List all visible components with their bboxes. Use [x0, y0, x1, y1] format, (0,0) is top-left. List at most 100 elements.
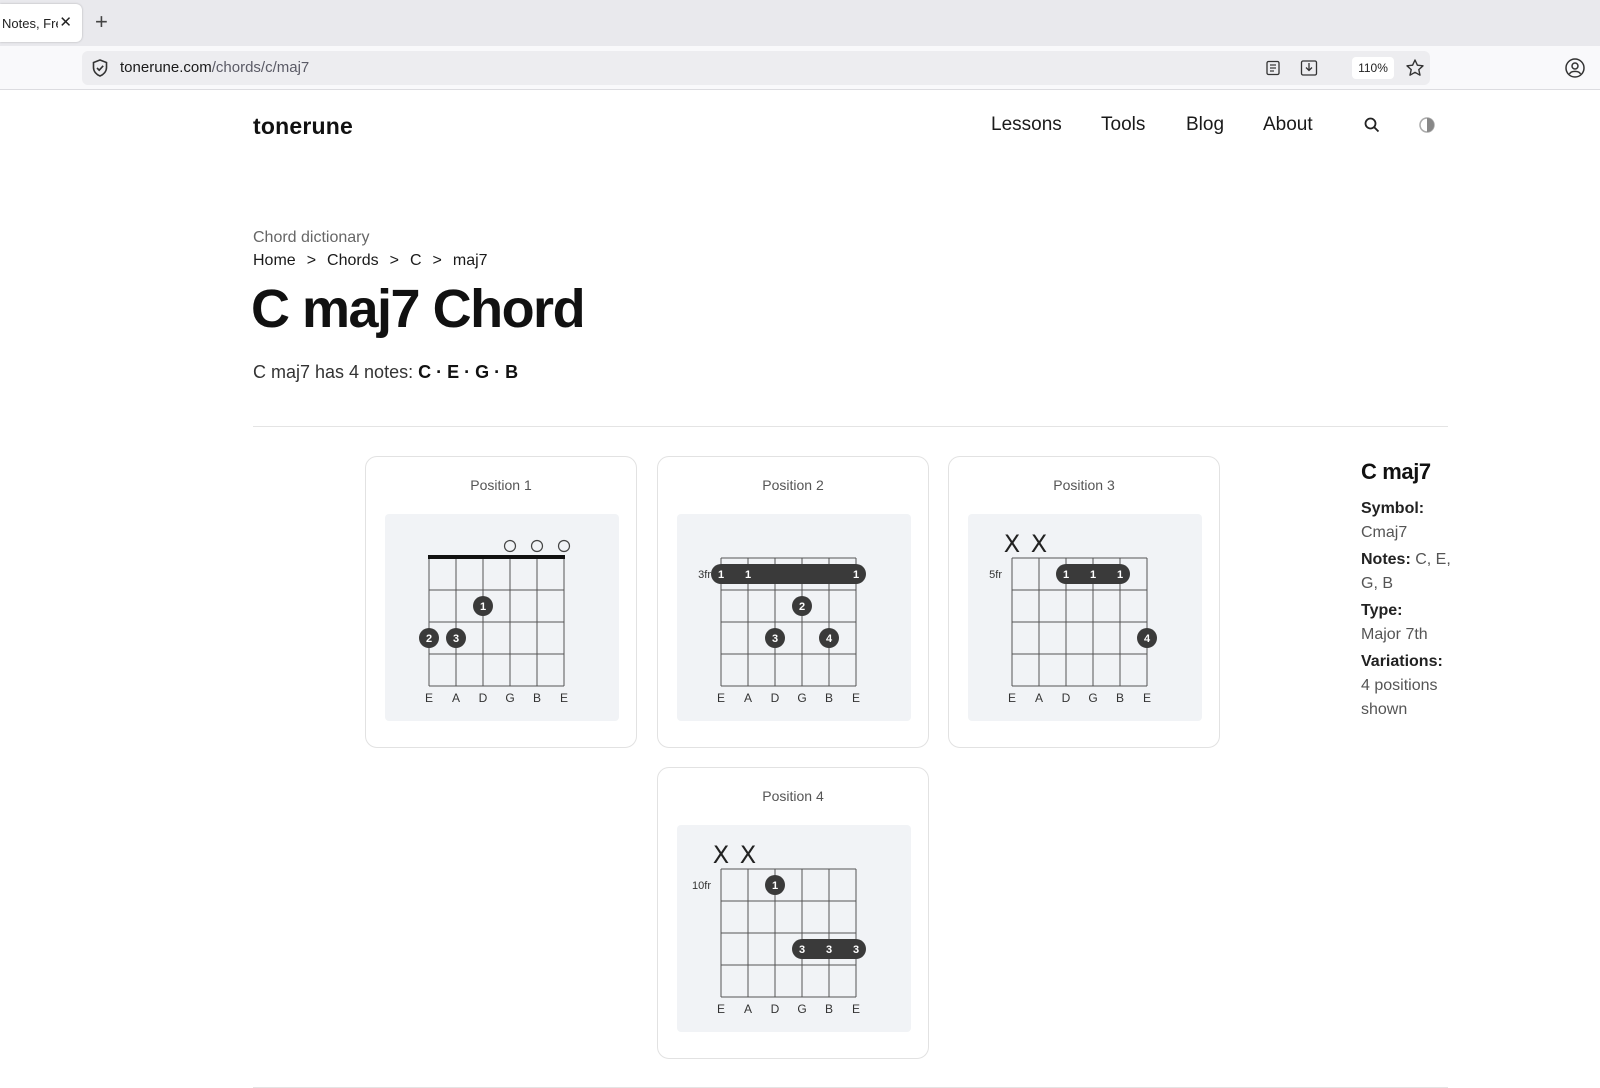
notes-intro: C maj7 has 4 notes:: [253, 362, 414, 382]
string-name-label: A: [1035, 691, 1043, 705]
chord-notes-summary: C maj7 has 4 notes: C · E · G · B: [253, 362, 518, 383]
section-eyebrow: Chord dictionary: [253, 229, 370, 246]
string-name-label: B: [1116, 691, 1124, 705]
nav-lessons[interactable]: Lessons: [991, 114, 1062, 136]
card-title: Position 4: [762, 788, 824, 804]
string-name-label: E: [852, 1002, 860, 1016]
nav-about[interactable]: About: [1263, 114, 1313, 136]
string-name-label: E: [560, 691, 568, 705]
url-domain: tonerune.com: [120, 59, 212, 76]
breadcrumb-chords[interactable]: Chords: [327, 252, 379, 270]
string-name-label: E: [852, 691, 860, 705]
breadcrumb-c[interactable]: C: [410, 252, 422, 270]
account-icon[interactable]: [1564, 57, 1586, 79]
browser-toolbar: tonerune.com/chords/c/maj7 110%: [0, 46, 1600, 90]
string-name-label: A: [744, 691, 752, 705]
card-title: Position 3: [1053, 477, 1115, 493]
string-name-label: G: [797, 691, 806, 705]
string-name-label: E: [425, 691, 433, 705]
bookmark-star-icon[interactable]: [1404, 57, 1426, 79]
divider: [253, 426, 1448, 427]
chord-info-sidebar: C maj7 Symbol: Cmaj7 Notes: C, E, G, B Ty…: [1361, 459, 1461, 725]
finger-number: 1: [480, 601, 486, 613]
finger-number: 4: [826, 633, 833, 645]
chord-diagram: 1 2 3 E A D G B E: [385, 514, 619, 721]
fret-position-label: 3fr: [698, 569, 711, 581]
browser-tab-bar: Notes, Fre ✕ +: [0, 0, 1600, 46]
shield-icon[interactable]: [90, 58, 110, 78]
muted-string-marker: X: [740, 841, 756, 869]
barre-finger-number: 1: [1090, 569, 1096, 581]
string-name-label: G: [505, 691, 514, 705]
finger-number: 1: [772, 880, 778, 892]
finger-number: 3: [772, 633, 778, 645]
nut: [428, 555, 565, 559]
chord-card-position-3: Position 3 5fr X X 1 1 1 4 E A D G B E: [948, 456, 1220, 748]
card-title: Position 1: [470, 477, 532, 493]
symbol-row: Symbol: Cmaj7: [1361, 497, 1461, 545]
string-name-label: A: [452, 691, 460, 705]
string-name-label: D: [1062, 691, 1071, 705]
muted-string-marker: X: [1004, 530, 1020, 558]
breadcrumb: Home > Chords > C > maj7: [253, 252, 488, 270]
string-name-label: D: [771, 691, 780, 705]
string-name-label: E: [1143, 691, 1151, 705]
fret-position-label: 10fr: [692, 880, 711, 892]
nav-tools[interactable]: Tools: [1101, 114, 1145, 136]
string-name-label: E: [717, 691, 725, 705]
url-text[interactable]: tonerune.com/chords/c/maj7: [120, 59, 309, 76]
type-label: Type:: [1361, 602, 1403, 619]
breadcrumb-separator: >: [389, 252, 399, 269]
sidebar-title: C maj7: [1361, 459, 1431, 484]
site-logo[interactable]: tonerune: [253, 113, 353, 140]
finger-number: 2: [426, 633, 432, 645]
finger-number: 4: [1144, 633, 1151, 645]
breadcrumb-home[interactable]: Home: [253, 252, 296, 270]
breadcrumb-separator: >: [432, 252, 442, 269]
type-value: Major 7th: [1361, 626, 1428, 643]
muted-string-marker: X: [1031, 530, 1047, 558]
new-tab-button[interactable]: +: [95, 10, 108, 34]
variations-label: Variations:: [1361, 653, 1443, 670]
chord-diagram: 5frX X1 1 14E A D G B E: [968, 514, 1202, 721]
string-name-label: B: [825, 1002, 833, 1016]
string-name-label: G: [797, 1002, 806, 1016]
barre-finger-number: 3: [826, 944, 832, 956]
search-icon[interactable]: [1363, 116, 1381, 134]
finger-number: 2: [799, 601, 805, 613]
reader-view-icon[interactable]: [1262, 57, 1284, 79]
string-name-label: G: [1088, 691, 1097, 705]
browser-tab[interactable]: Notes, Fre ✕: [0, 4, 82, 42]
string-name-label: D: [771, 1002, 780, 1016]
string-name-label: B: [825, 691, 833, 705]
close-tab-icon[interactable]: ✕: [59, 13, 72, 31]
chord-card-position-4: Position 4 10fr X X 3 3 3 1 E A D G B E: [657, 767, 929, 1059]
finger-number: 3: [453, 633, 459, 645]
variations-row: Variations: 4 positions shown: [1361, 650, 1461, 722]
string-name-label: A: [744, 1002, 752, 1016]
diagram-background: [385, 514, 619, 721]
barre: [711, 564, 866, 584]
breadcrumb-current: maj7: [452, 252, 488, 269]
string-name-label: B: [533, 691, 541, 705]
breadcrumb-separator: >: [306, 252, 317, 269]
notes-list: C · E · G · B: [418, 362, 519, 382]
barre-finger-number: 3: [853, 944, 859, 956]
card-title: Position 2: [762, 477, 824, 493]
chord-card-position-2: Position 2 3fr 1 1 1 2 3 4 E A D G B E: [657, 456, 929, 748]
url-bar[interactable]: tonerune.com/chords/c/maj7 110%: [82, 51, 1430, 85]
zoom-level-button[interactable]: 110%: [1352, 57, 1394, 79]
theme-toggle-icon[interactable]: [1418, 116, 1436, 134]
barre-finger-number: 1: [1117, 569, 1123, 581]
string-name-label: D: [479, 691, 488, 705]
save-page-icon[interactable]: [1298, 57, 1320, 79]
diagram-background: [677, 514, 911, 721]
nav-blog[interactable]: Blog: [1186, 114, 1224, 136]
barre-finger-number: 1: [1063, 569, 1069, 581]
string-name-label: E: [1008, 691, 1016, 705]
string-name-label: E: [717, 1002, 725, 1016]
notes-row: Notes: C, E, G, B: [1361, 548, 1461, 596]
page-title: C maj7 Chord: [251, 279, 586, 339]
variations-value: 4 positions shown: [1361, 677, 1438, 718]
tab-title: Notes, Fre: [2, 15, 58, 31]
